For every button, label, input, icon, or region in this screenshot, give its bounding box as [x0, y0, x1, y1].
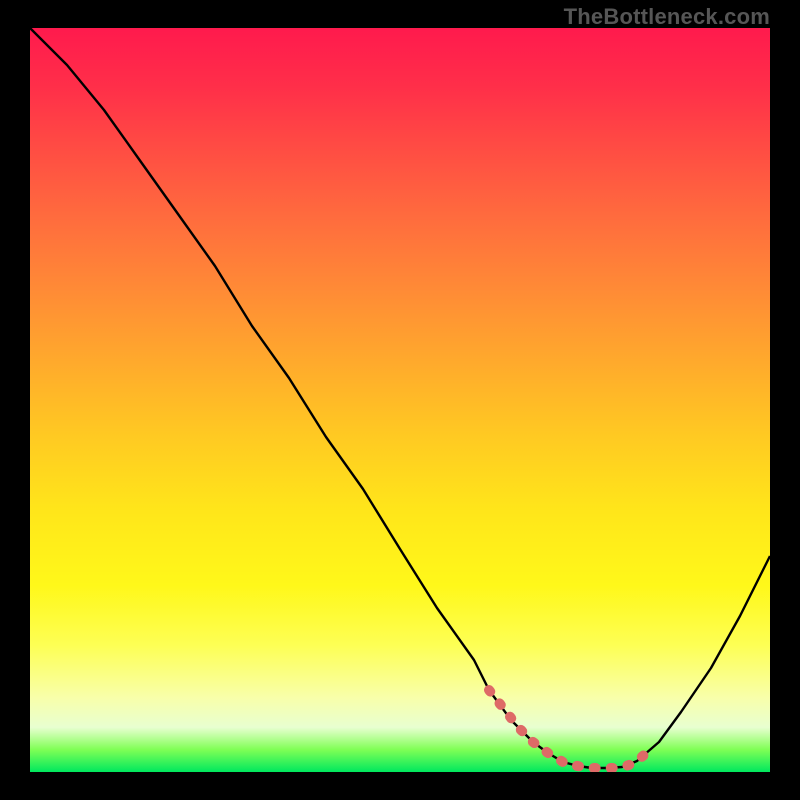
chart-frame: TheBottleneck.com: [0, 0, 800, 800]
curve-svg: [30, 28, 770, 772]
bottleneck-curve: [30, 28, 770, 768]
watermark-text: TheBottleneck.com: [564, 4, 770, 30]
plot-area: [30, 28, 770, 772]
trough-highlight: [489, 690, 644, 768]
